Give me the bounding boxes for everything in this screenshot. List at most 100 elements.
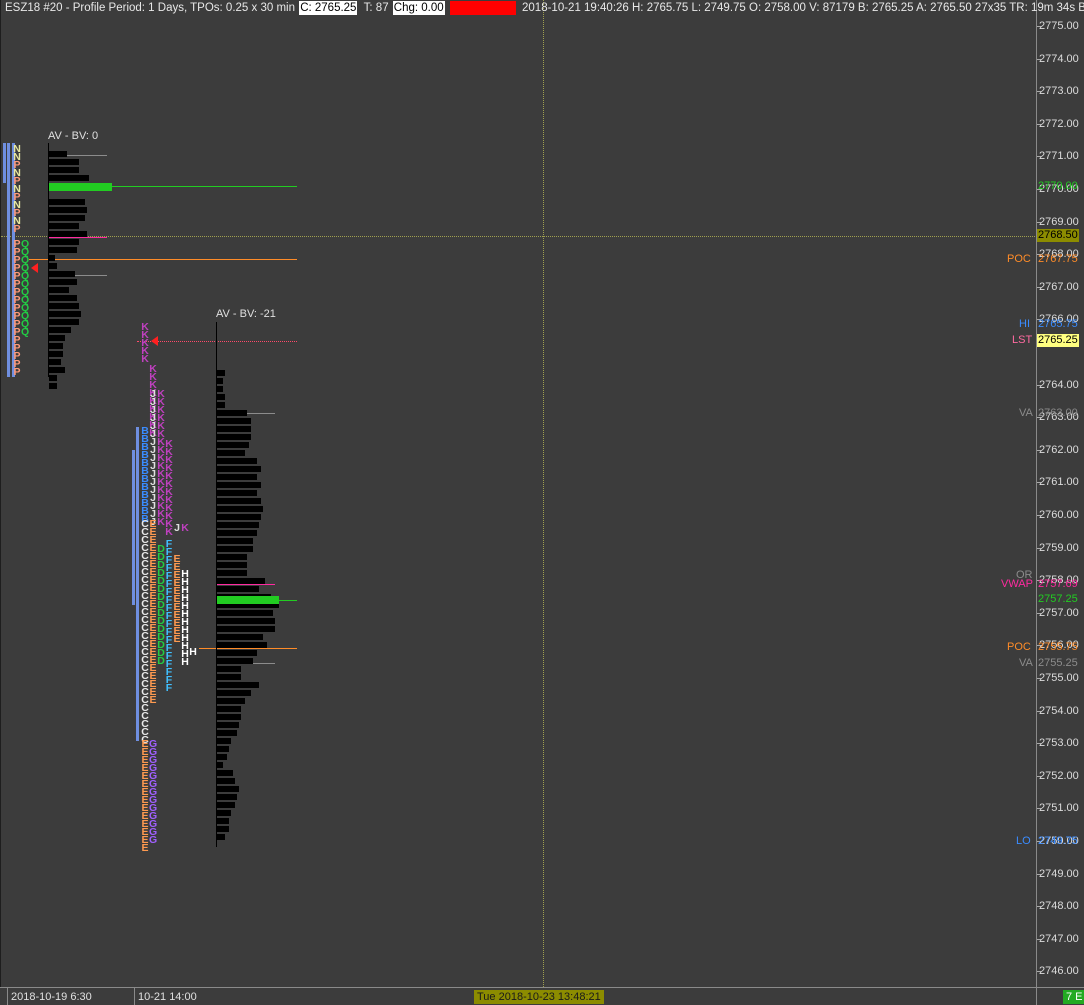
volume-bar xyxy=(217,554,247,560)
tpo-letter: E xyxy=(173,633,181,645)
volume-poc-bar-left xyxy=(49,183,112,191)
volume-bar xyxy=(49,351,63,357)
volume-bar xyxy=(217,778,235,784)
volume-bar xyxy=(217,682,259,688)
volume-bar xyxy=(49,223,79,229)
volume-bar xyxy=(217,730,237,736)
change-value: Chg: 0.00 xyxy=(392,1,445,15)
vwap-line-right xyxy=(217,584,275,585)
volume-poc-bar-right xyxy=(217,596,279,604)
price-tick-label: 2755.00 xyxy=(1039,672,1079,684)
pct-change-value: %Chg: -2.25 xyxy=(449,1,516,15)
vwap-value: 2757.69 xyxy=(1038,578,1078,590)
volume-bar xyxy=(217,618,275,624)
price-tick-label: 2751.00 xyxy=(1039,802,1079,815)
volume-bar xyxy=(217,378,223,384)
time-label-left: 2018-10-19 6:30 xyxy=(11,991,92,1003)
volume-bar xyxy=(217,466,261,472)
volume-bar xyxy=(217,658,253,664)
volume-bar xyxy=(217,698,245,704)
hi-value: 2765.75 xyxy=(1038,318,1078,330)
volume-bar xyxy=(49,287,69,293)
tpo-letter: E xyxy=(149,694,157,706)
time-label-mid: 10-21 14:00 xyxy=(138,991,197,1003)
volume-bar xyxy=(49,367,65,373)
volume-bar xyxy=(217,514,261,520)
volume-bar xyxy=(217,538,253,544)
last-price-line xyxy=(137,341,297,342)
volume-bar xyxy=(217,762,223,768)
volume-bar xyxy=(49,199,85,205)
price-tick-label: 2753.00 xyxy=(1039,737,1079,750)
price-tick-label: 2759.00 xyxy=(1039,541,1079,554)
volume-bar xyxy=(217,802,235,808)
time-axis[interactable]: 2018-10-19 6:30 10-21 14:00 Tue 2018-10-… xyxy=(0,987,1036,1005)
volume-bar xyxy=(217,586,259,592)
tpo-letter: P xyxy=(13,223,21,235)
volume-bar xyxy=(217,506,263,512)
volume-bar xyxy=(49,159,79,165)
price-tick-label: 2749.00 xyxy=(1039,867,1079,880)
poc2-value: 2755.75 xyxy=(1038,641,1078,653)
corner-label: 7 E xyxy=(1063,990,1084,1004)
volume-bar xyxy=(49,359,61,365)
time-divider-1 xyxy=(7,988,8,1005)
volume-bar xyxy=(217,578,265,584)
tpo-letter: P xyxy=(13,366,21,378)
volume-bar xyxy=(49,175,89,181)
va1-value: 2763.00 xyxy=(1038,407,1078,419)
price-tick-label: 2773.00 xyxy=(1039,85,1079,98)
tpo-letter: H xyxy=(189,646,197,658)
volume-bar xyxy=(49,255,55,261)
volume-bar xyxy=(49,279,77,285)
price-tick-label: 2754.00 xyxy=(1039,704,1079,717)
price-tick-label: 2775.00 xyxy=(1039,20,1079,32)
volume-bar xyxy=(217,674,241,680)
volume-bar xyxy=(217,402,225,408)
volume-bar xyxy=(217,826,229,832)
volume-bar xyxy=(217,498,261,504)
green-top-value: 2770.00 xyxy=(1038,180,1078,192)
close-value: C: 2765.25 xyxy=(299,1,358,15)
ib-bar-right-inner xyxy=(136,427,139,741)
axis-corner[interactable]: 7 E xyxy=(1036,987,1084,1005)
volume-bar xyxy=(217,738,231,744)
volume-bar xyxy=(217,634,263,640)
volume-bar xyxy=(217,770,233,776)
volume-bar xyxy=(217,570,247,576)
price-tick-label: 2752.00 xyxy=(1039,769,1079,782)
volume-bar xyxy=(49,335,65,341)
price-tick-label: 2772.00 xyxy=(1039,117,1079,130)
tpo-letter: F xyxy=(165,682,173,694)
tpo-letter: D xyxy=(157,655,165,667)
crosshair-vertical xyxy=(543,0,544,987)
chart-area[interactable]: AV - BV: 0 AV - BV: -21 NNPNPNPNPNPPPPPP… xyxy=(0,0,1037,987)
tpo-letter: G xyxy=(149,834,158,846)
volume-bar xyxy=(217,522,259,528)
tpo-letter: K xyxy=(141,353,149,365)
profile-label-right: AV - BV: -21 xyxy=(216,308,276,320)
volume-bar xyxy=(49,167,79,173)
volume-bar xyxy=(217,818,229,824)
volume-bar xyxy=(49,151,67,157)
volume-bar xyxy=(217,810,231,816)
volume-bar xyxy=(49,295,77,301)
poc-line-left xyxy=(29,259,297,260)
volume-bar xyxy=(49,383,57,389)
price-tick-label: 2771.00 xyxy=(1039,150,1079,163)
cursor-time-badge: Tue 2018-10-23 13:48:21 xyxy=(474,990,604,1004)
volume-bar xyxy=(217,794,237,800)
volume-bar xyxy=(217,474,257,480)
symbol-title: ESZ18 #20 - Profile Period: 1 Days, TPOs… xyxy=(5,2,295,14)
price-tick-label: 2774.00 xyxy=(1039,52,1079,65)
volume-bar xyxy=(217,370,225,376)
ticks-value: T: 87 xyxy=(363,2,389,14)
ib-bar-right xyxy=(132,450,135,605)
chart-window: AV - BV: 0 AV - BV: -21 NNPNPNPNPNPPPPPP… xyxy=(0,0,1084,1005)
volume-bar xyxy=(49,247,77,253)
volume-bar xyxy=(217,450,245,456)
poc1-value: 2767.75 xyxy=(1038,253,1078,265)
last-price-badge: 2765.25 xyxy=(1037,334,1079,347)
tpo-letter: K xyxy=(157,516,165,528)
volume-bar xyxy=(217,626,275,632)
